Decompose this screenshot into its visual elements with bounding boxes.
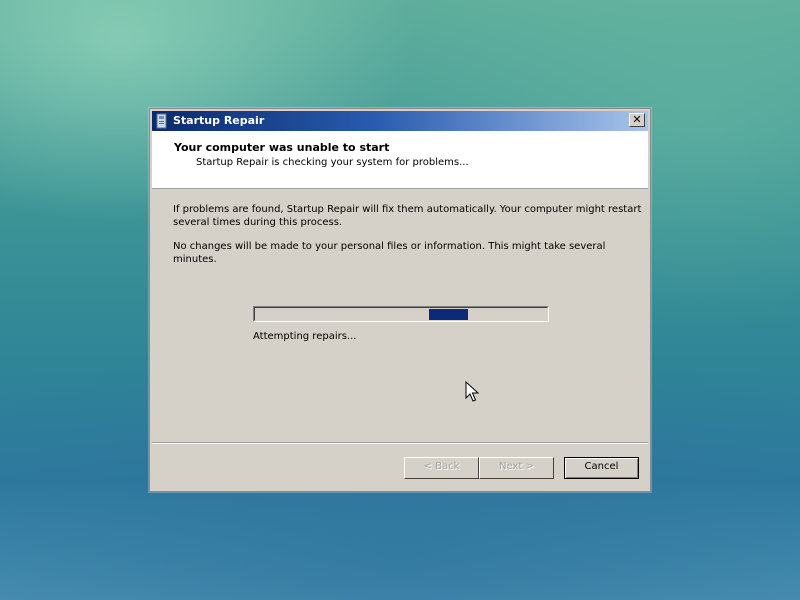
- cancel-button[interactable]: Cancel: [564, 457, 639, 479]
- title-bar[interactable]: Startup Repair ✕: [152, 111, 648, 131]
- close-button[interactable]: ✕: [629, 113, 645, 127]
- header-panel: Your computer was unable to start Startu…: [152, 131, 648, 189]
- startup-repair-dialog: Startup Repair ✕ Your computer was unabl…: [149, 108, 651, 492]
- progress-track: [254, 307, 548, 321]
- info-paragraph-2: No changes will be made to your personal…: [173, 241, 606, 265]
- mouse-pointer-icon: [465, 381, 479, 402]
- progress-bar: [253, 306, 549, 322]
- progress-marquee-block: [429, 309, 468, 320]
- header-title: Your computer was unable to start: [174, 141, 390, 154]
- next-button[interactable]: Next >: [479, 457, 554, 479]
- window-title: Startup Repair: [173, 114, 265, 127]
- button-separator: [152, 442, 648, 444]
- info-paragraph-1: If problems are found, Startup Repair wi…: [173, 204, 642, 228]
- close-icon: ✕: [632, 113, 642, 126]
- status-text: Attempting repairs...: [253, 331, 357, 342]
- startup-repair-icon: [156, 113, 167, 129]
- back-button[interactable]: < Back: [404, 457, 479, 479]
- header-subtitle: Startup Repair is checking your system f…: [196, 157, 469, 168]
